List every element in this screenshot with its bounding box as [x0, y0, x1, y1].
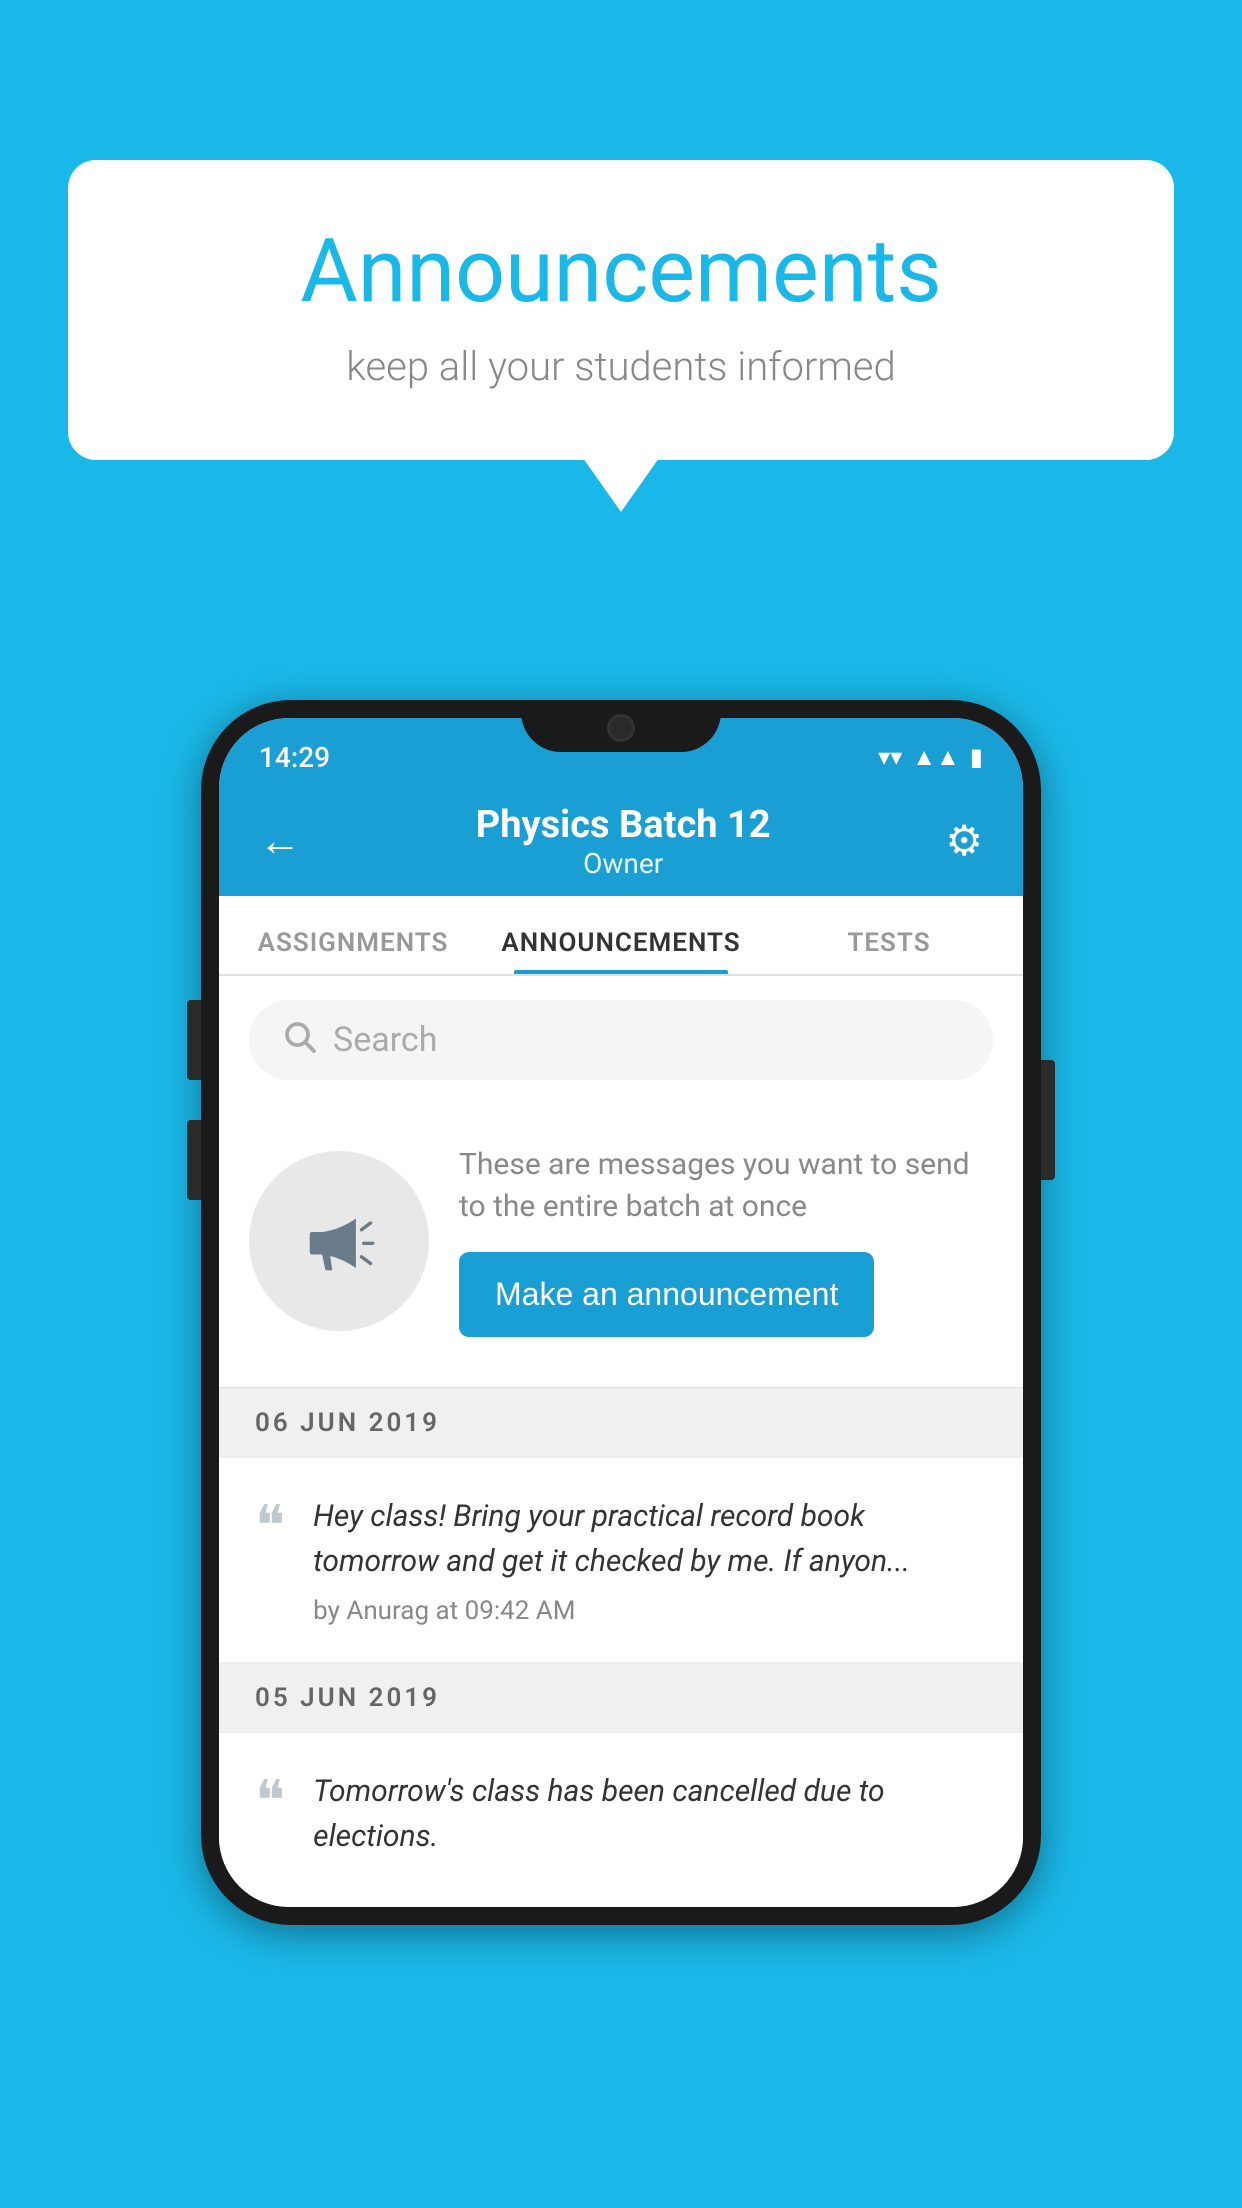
- header-center: Physics Batch 12 Owner: [476, 803, 771, 880]
- status-time: 14:29: [259, 741, 330, 774]
- phone-outer: 14:29 ▾▾ ▲▲ ▮ ← Physics Batch 12 Owner ⚙…: [201, 700, 1041, 1925]
- announcement-prompt: These are messages you want to send to t…: [219, 1104, 1023, 1388]
- settings-icon[interactable]: ⚙: [945, 816, 983, 866]
- tabs-bar: ASSIGNMENTS ANNOUNCEMENTS TESTS: [219, 896, 1023, 976]
- speech-bubble-subtitle: keep all your students informed: [148, 343, 1094, 390]
- announcement-text-2: Tomorrow's class has been cancelled due …: [313, 1769, 987, 1859]
- phone-side-button-left2: [187, 1120, 201, 1200]
- phone-side-button-right: [1041, 1060, 1055, 1180]
- date-divider-1: 06 JUN 2019: [219, 1388, 1023, 1458]
- search-placeholder: Search: [333, 1020, 437, 1060]
- date-divider-2: 05 JUN 2019: [219, 1663, 1023, 1733]
- app-header: ← Physics Batch 12 Owner ⚙: [219, 786, 1023, 896]
- tab-assignments[interactable]: ASSIGNMENTS: [219, 928, 487, 974]
- announcement-content-1: Hey class! Bring your practical record b…: [313, 1494, 987, 1626]
- announcement-item-2[interactable]: ❝ Tomorrow's class has been cancelled du…: [219, 1733, 1023, 1907]
- speech-bubble-section: Announcements keep all your students inf…: [68, 160, 1174, 460]
- quote-icon-2: ❝: [255, 1773, 285, 1829]
- search-icon: [281, 1018, 317, 1063]
- tab-tests[interactable]: TESTS: [755, 928, 1023, 974]
- wifi-icon: ▾▾: [878, 743, 902, 771]
- header-subtitle: Owner: [476, 847, 771, 880]
- announcement-item-1[interactable]: ❝ Hey class! Bring your practical record…: [219, 1458, 1023, 1663]
- battery-icon: ▮: [970, 743, 983, 771]
- announcement-icon-circle: [249, 1151, 429, 1331]
- speech-bubble-title: Announcements: [148, 220, 1094, 323]
- announcement-description: These are messages you want to send to t…: [459, 1144, 993, 1228]
- phone-mockup: 14:29 ▾▾ ▲▲ ▮ ← Physics Batch 12 Owner ⚙…: [201, 700, 1041, 1925]
- header-title: Physics Batch 12: [476, 803, 771, 847]
- phone-screen: 14:29 ▾▾ ▲▲ ▮ ← Physics Batch 12 Owner ⚙…: [219, 718, 1023, 1907]
- phone-side-button-left: [187, 1000, 201, 1080]
- signal-icon: ▲▲: [912, 743, 960, 772]
- quote-icon-1: ❝: [255, 1498, 285, 1554]
- search-bar[interactable]: Search: [249, 1000, 993, 1080]
- speech-bubble-card: Announcements keep all your students inf…: [68, 160, 1174, 460]
- announcement-right: These are messages you want to send to t…: [459, 1144, 993, 1337]
- announcement-content-2: Tomorrow's class has been cancelled due …: [313, 1769, 987, 1871]
- announcement-text-1: Hey class! Bring your practical record b…: [313, 1494, 987, 1584]
- announcement-meta-1: by Anurag at 09:42 AM: [313, 1596, 987, 1626]
- make-announcement-button[interactable]: Make an announcement: [459, 1252, 874, 1337]
- phone-camera: [607, 714, 635, 742]
- search-container: Search: [219, 976, 1023, 1104]
- tab-announcements[interactable]: ANNOUNCEMENTS: [487, 928, 755, 974]
- back-button[interactable]: ←: [259, 817, 301, 866]
- status-icons: ▾▾ ▲▲ ▮: [878, 743, 983, 772]
